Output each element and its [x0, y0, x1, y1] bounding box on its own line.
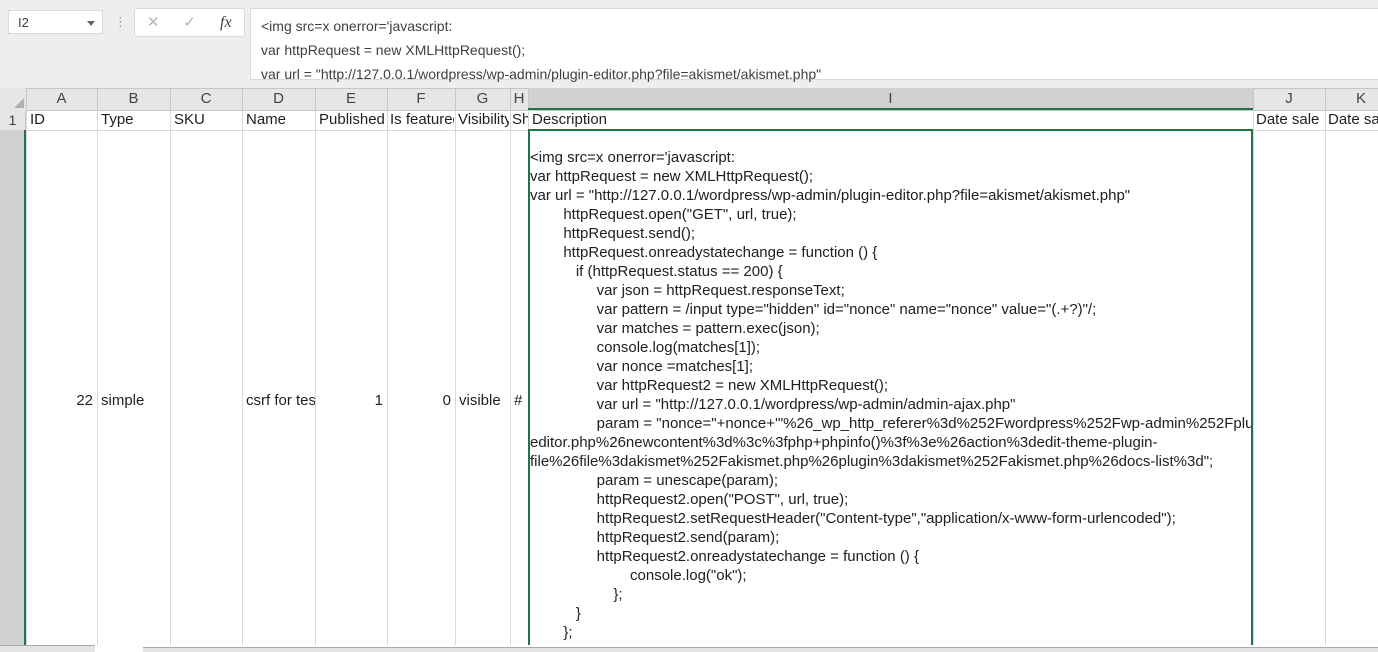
cell-b1[interactable]: Type: [101, 111, 168, 129]
gridline: [510, 110, 511, 645]
bottom-bar-left: [0, 645, 95, 652]
gridline: [1325, 110, 1326, 645]
selected-column-underline: [528, 108, 1253, 110]
cell-a2[interactable]: 22: [26, 391, 93, 411]
gridline: [97, 110, 98, 645]
selection-border-top: [528, 129, 1253, 131]
column-header-e[interactable]: E: [315, 88, 387, 110]
column-header-b[interactable]: B: [97, 88, 170, 110]
cell-f1[interactable]: Is featured: [390, 111, 454, 129]
cell-k1[interactable]: Date sal: [1328, 111, 1378, 129]
sheet-grid: A B C D E F G H I J K: [0, 0, 1378, 646]
header-separator: [528, 88, 529, 110]
header-separator: [97, 88, 98, 110]
bottom-bar-right: [143, 647, 1378, 652]
cell-d1[interactable]: Name: [246, 111, 313, 129]
cell-g1[interactable]: Visibility: [458, 111, 509, 129]
cell-i1[interactable]: Description: [532, 111, 1250, 129]
row-header-1[interactable]: 1: [0, 110, 26, 130]
column-header-j[interactable]: J: [1253, 88, 1325, 110]
gridline: [315, 110, 316, 645]
header-separator: [1253, 88, 1254, 110]
cell-h2[interactable]: #: [514, 391, 528, 411]
selection-border-left: [528, 129, 530, 645]
cell-g2[interactable]: visible: [459, 391, 510, 411]
header-separator: [455, 88, 456, 110]
cell-d2[interactable]: csrf for test: [246, 391, 315, 411]
column-header-c[interactable]: C: [170, 88, 242, 110]
cell-c2[interactable]: [174, 391, 240, 411]
excel-window: I2 ⋮ ✕ ✓ fx <img src=x onerror='javascri…: [0, 0, 1378, 652]
row-header-2[interactable]: [0, 130, 26, 645]
header-separator: [510, 88, 511, 110]
column-header-i[interactable]: I: [528, 88, 1253, 110]
column-header-f[interactable]: F: [387, 88, 455, 110]
cell-c1[interactable]: SKU: [174, 111, 240, 129]
header-separator: [26, 88, 27, 110]
header-separator: [242, 88, 243, 110]
cell-i2[interactable]: <img src=x onerror='javascript: var http…: [530, 148, 1251, 646]
gridline: [170, 110, 171, 645]
selection-border-right: [1251, 129, 1253, 645]
header-separator: [387, 88, 388, 110]
gridline: [26, 110, 27, 645]
cell-f2[interactable]: 0: [387, 391, 451, 411]
cell-b2[interactable]: simple: [101, 391, 168, 411]
cell-e1[interactable]: Published: [319, 111, 386, 129]
gridline: [387, 110, 388, 645]
cell-e2[interactable]: 1: [315, 391, 383, 411]
gridline: [1253, 110, 1254, 645]
gridline: [242, 110, 243, 645]
select-all-icon: [14, 98, 24, 108]
header-separator: [315, 88, 316, 110]
column-header-d[interactable]: D: [242, 88, 315, 110]
header-separator: [1325, 88, 1326, 110]
column-header-a[interactable]: A: [26, 88, 97, 110]
cell-j1[interactable]: Date sale p: [1256, 111, 1324, 129]
cell-a1[interactable]: ID: [30, 111, 95, 129]
selected-row-accent: [24, 130, 26, 645]
header-separator: [170, 88, 171, 110]
column-header-g[interactable]: G: [455, 88, 510, 110]
cell-h1[interactable]: Sh: [512, 111, 528, 129]
gridline: [455, 110, 456, 645]
select-all-corner[interactable]: [0, 88, 26, 110]
column-header-k[interactable]: K: [1325, 88, 1378, 110]
column-header-h[interactable]: H: [510, 88, 528, 110]
